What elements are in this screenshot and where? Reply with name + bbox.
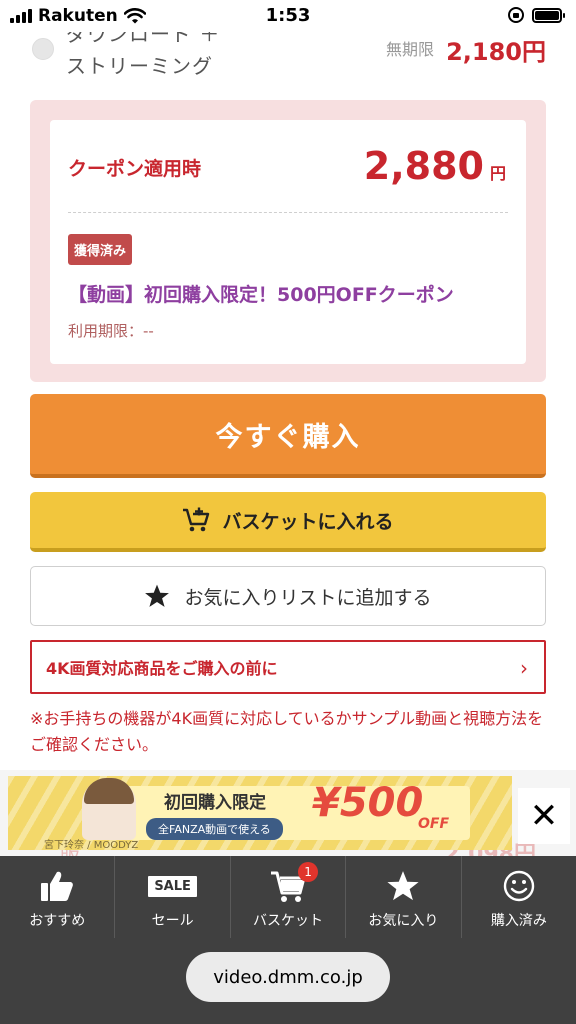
sale-icon-text: SALE — [148, 875, 197, 897]
coupon-price-value: 2,880 — [363, 144, 484, 188]
add-to-favorites-button[interactable]: お気に入りリストに追加する — [30, 566, 546, 626]
rotation-lock-icon — [508, 7, 524, 23]
banner-caption: 宮下玲奈 / MOODYZ — [44, 840, 139, 850]
smiley-icon — [501, 868, 537, 904]
add-to-basket-button[interactable]: バスケットに入れる — [30, 492, 546, 552]
4k-note-text: ※お手持ちの機器が4K画質に対応しているかサンプル動画と視聴方法をご確認ください… — [30, 709, 544, 754]
chevron-right-icon: › — [520, 656, 528, 680]
nav-item-basket[interactable]: 1 バスケット — [231, 856, 347, 938]
banner-amount: ¥500 — [312, 780, 424, 826]
coupon-price-unit: 円 — [489, 164, 506, 183]
banner-subtext: 全FANZA動画で使える — [146, 818, 283, 840]
close-icon: ✕ — [529, 796, 559, 836]
4k-notice-link[interactable]: 4K画質対応商品をご購入の前に › — [30, 640, 546, 694]
url-bar[interactable]: video.dmm.co.jp — [186, 952, 390, 1002]
coupon-expiry: 利用期限：-- — [68, 322, 154, 340]
nav-label-recommend: おすすめ — [29, 913, 86, 929]
coupon-acquired-badge: 獲得済み — [68, 234, 133, 265]
nav-item-recommend[interactable]: おすすめ — [0, 856, 116, 938]
nav-item-favorites[interactable]: お気に入り — [346, 856, 462, 938]
option-radio[interactable] — [32, 38, 54, 60]
banner-close-button[interactable]: ✕ — [518, 788, 570, 844]
coupon-divider — [68, 212, 508, 213]
basket-count-badge: 1 — [298, 862, 319, 882]
bottom-nav: おすすめ SALE セール 1 バスケット お気に入り 購入済み — [0, 856, 576, 938]
add-to-basket-label: バスケットに入れる — [222, 510, 394, 533]
nav-label-basket: バスケット — [253, 913, 324, 929]
nav-label-purchased: 購入済み — [490, 913, 547, 929]
nav-item-sale[interactable]: SALE セール — [115, 856, 231, 938]
cart-add-icon — [183, 507, 210, 532]
option-label-line2: ストリーミング — [66, 54, 213, 78]
star-icon — [145, 584, 170, 607]
add-to-favorites-label: お気に入りリストに追加する — [184, 586, 432, 609]
banner-off: OFF — [418, 816, 450, 832]
nav-item-purchased[interactable]: 購入済み — [462, 856, 576, 938]
option-price: 2,180円 — [446, 38, 546, 66]
option-term: 無期限 — [385, 40, 434, 59]
cart-icon: 1 — [270, 862, 319, 904]
coupon-card: クーポン適用時 2,880 円 獲得済み 【動画】初回購入限定！500円OFFク… — [50, 120, 526, 364]
coupon-title: クーポン適用時 — [68, 158, 202, 180]
status-bar: Rakuten 1:53 — [0, 0, 576, 32]
star-icon — [385, 868, 421, 904]
thumbs-up-icon — [39, 868, 75, 904]
url-text: video.dmm.co.jp — [213, 966, 363, 988]
coupon-name: 【動画】初回購入限定！500円OFFクーポン — [68, 284, 454, 306]
promo-banner[interactable]: 宮下玲奈 / MOODYZ 初回購入限定 全FANZA動画で使える ¥500 O… — [8, 776, 512, 850]
4k-notice-label: 4K画質対応商品をご購入の前に — [46, 659, 278, 678]
coupon-section: クーポン適用時 2,880 円 獲得済み 【動画】初回購入限定！500円OFFク… — [30, 100, 546, 382]
buy-now-label: 今すぐ購入 — [215, 421, 361, 453]
buy-now-button[interactable]: 今すぐ購入 — [30, 394, 546, 478]
nav-label-sale: セール — [151, 913, 194, 929]
status-time: 1:53 — [265, 5, 311, 26]
coupon-price: 2,880 円 — [364, 144, 506, 188]
status-right — [508, 7, 565, 23]
sale-icon: SALE — [148, 868, 197, 904]
banner-headline: 初回購入限定 — [164, 793, 266, 813]
nav-label-favorites: お気に入り — [368, 913, 439, 929]
battery-icon — [532, 7, 565, 23]
